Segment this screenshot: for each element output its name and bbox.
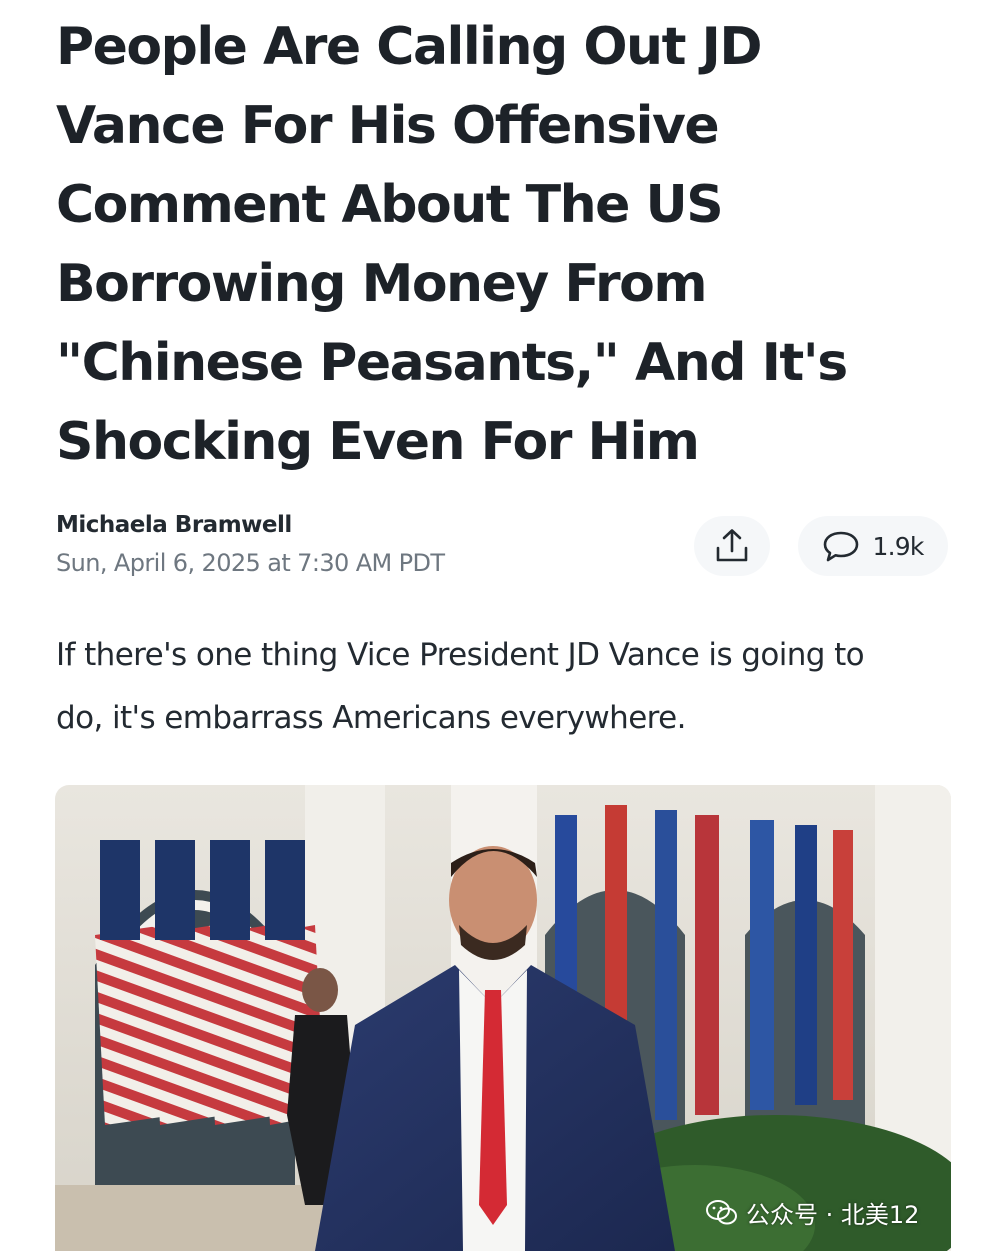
comment-count: 1.9k bbox=[872, 531, 924, 561]
wechat-watermark: 公众号 · 北美12 bbox=[706, 1195, 919, 1230]
comments-button[interactable]: 1.9k bbox=[798, 516, 948, 576]
headline-line: Vance For His Offensive bbox=[56, 96, 720, 156]
article-photo bbox=[55, 785, 951, 1251]
wechat-icon bbox=[706, 1199, 737, 1224]
author-name[interactable]: Michaela Bramwell bbox=[56, 510, 444, 540]
photo-illustration bbox=[55, 785, 951, 1251]
comment-bubble-icon bbox=[824, 531, 859, 562]
byline: Michaela Bramwell Sun, April 6, 2025 at … bbox=[56, 510, 445, 578]
share-upload-icon bbox=[716, 529, 748, 562]
headline-line: People Are Calling Out JD bbox=[56, 17, 763, 77]
article-headline: People Are Calling Out JD Vance For His … bbox=[56, 8, 956, 482]
watermark-text: 公众号 · 北美12 bbox=[746, 1201, 920, 1229]
body-line: If there's one thing Vice President JD V… bbox=[56, 637, 865, 673]
publish-date: Sun, April 6, 2025 at 7:30 AM PDT bbox=[56, 549, 445, 577]
headline-line: Borrowing Money From bbox=[56, 254, 708, 314]
headline-line: Comment About The US bbox=[56, 175, 724, 235]
article-body: If there's one thing Vice President JD V… bbox=[56, 624, 956, 750]
article-page: People Are Calling Out JD Vance For His … bbox=[0, 0, 1002, 1251]
headline-line: Shocking Even For Him bbox=[56, 412, 700, 472]
body-line: do, it's embarrass Americans everywhere. bbox=[56, 700, 686, 736]
headline-line: "Chinese Peasants," And It's bbox=[56, 333, 848, 393]
share-button[interactable] bbox=[694, 516, 770, 576]
